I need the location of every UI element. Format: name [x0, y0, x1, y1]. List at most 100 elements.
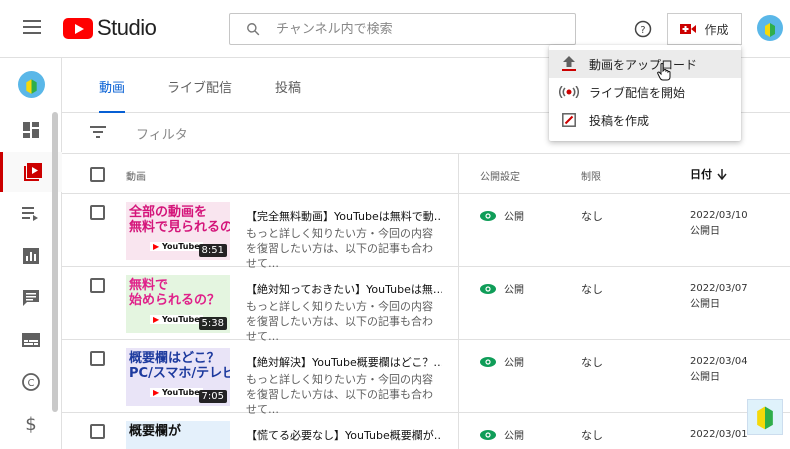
date-type: 公開日	[690, 372, 720, 383]
search-input[interactable]	[276, 21, 546, 37]
sidebar-scrollbar[interactable]	[52, 112, 58, 412]
eye-icon	[480, 283, 496, 294]
table-row[interactable]: 無料で 始められるの？ ▶ YouTube 5:38 【絶対知っておきたい】You…	[62, 267, 790, 343]
beginner-leaf-icon	[26, 79, 37, 94]
visibility-text: 公開	[504, 285, 524, 296]
restrictions-text: なし	[581, 356, 603, 369]
live-icon	[549, 86, 589, 98]
date-text: 2022/03/07	[690, 283, 748, 294]
studio-logo[interactable]: Studio	[63, 15, 157, 40]
eye-icon	[480, 356, 496, 367]
video-title[interactable]: 【慌てる必要なし】YouTube概要欄が…	[246, 427, 442, 443]
sidebar: C $	[0, 58, 62, 449]
row-checkbox[interactable]	[90, 424, 105, 439]
create-menu: 動画をアップロード ライブ配信を開始 投稿を作成	[549, 45, 741, 141]
subtitles-icon	[22, 333, 40, 347]
video-thumbnail[interactable]: 概要欄はどこ？ PC/スマホ/テレビ ▶ YouTube 7:05	[126, 348, 230, 406]
youtube-logo-icon	[63, 17, 93, 39]
video-title[interactable]: 【完全無料動画】YouTubeは無料で動…	[246, 208, 442, 224]
row-checkbox[interactable]	[90, 351, 105, 366]
menu-item-create-post[interactable]: 投稿を作成	[549, 106, 741, 134]
visibility-text: 公開	[504, 212, 524, 223]
date-text: 2022/03/01	[690, 429, 748, 440]
playlist-icon	[22, 207, 38, 221]
thumbnail-text: 無料で 始められるの？	[129, 278, 221, 308]
svg-text:C: C	[28, 378, 35, 389]
date-cell: 2022/03/04 公開日	[690, 354, 748, 386]
dollar-icon: $	[25, 414, 36, 434]
duration-badge: 5:38	[198, 317, 227, 330]
video-description: もっと詳しく知りたい方・今回の内容を復習したい方は、以下の記事も合わせて…	[246, 300, 433, 343]
channel-avatar[interactable]	[18, 71, 45, 98]
date-cell: 2022/03/10 公開日	[690, 208, 748, 240]
table-row[interactable]: 全部の動画を無料で見られるの？ ▶ YouTube 8:51 【完全無料動画】Y…	[62, 194, 790, 270]
header-date[interactable]: 日付	[690, 166, 712, 182]
tab-videos[interactable]: 動画	[99, 58, 126, 113]
row-checkbox[interactable]	[90, 278, 105, 293]
tab-live[interactable]: ライブ配信	[167, 58, 232, 113]
table-row[interactable]: 概要欄が 【慌てる必要なし】YouTube概要欄が… 公開 なし 2022/03…	[62, 413, 790, 449]
beginner-mark-badge	[747, 399, 783, 435]
menu-item-label: 動画をアップロード	[589, 57, 698, 72]
beginner-leaf-icon	[765, 23, 775, 37]
hand-cursor-icon	[657, 63, 671, 81]
video-thumbnail[interactable]: 概要欄が	[126, 421, 230, 449]
content-icon	[23, 163, 42, 181]
video-camera-icon	[680, 24, 697, 34]
video-description: もっと詳しく知りたい方・今回の内容を復習したい方は、以下の記事も合わせて…	[246, 373, 433, 416]
create-label: 作成	[704, 22, 729, 37]
analytics-icon	[23, 248, 39, 264]
post-icon	[549, 113, 589, 127]
duration-badge: 8:51	[198, 244, 227, 257]
restrictions-text: なし	[581, 429, 603, 442]
header-video: 動画	[126, 172, 146, 183]
row-checkbox[interactable]	[90, 205, 105, 220]
date-text: 2022/03/10	[690, 210, 748, 221]
menu-item-label: ライブ配信を開始	[589, 85, 686, 100]
video-title[interactable]: 【絶対知っておきたい】YouTubeは無…	[246, 281, 442, 297]
date-type: 公開日	[690, 226, 720, 237]
video-thumbnail[interactable]: 全部の動画を無料で見られるの？ ▶ YouTube 8:51	[126, 202, 230, 260]
sort-down-arrow-icon[interactable]	[717, 169, 727, 180]
create-button[interactable]: 作成	[667, 13, 742, 45]
visibility-cell[interactable]: 公開	[480, 281, 524, 296]
date-cell: 2022/03/01	[690, 427, 748, 443]
tab-posts[interactable]: 投稿	[275, 58, 301, 113]
date-type: 公開日	[690, 299, 720, 310]
menu-item-go-live[interactable]: ライブ配信を開始	[549, 78, 741, 106]
search-icon	[247, 23, 260, 36]
eye-icon	[480, 210, 496, 221]
upload-icon	[549, 56, 589, 72]
svg-text:?: ?	[640, 25, 645, 36]
table-row[interactable]: 概要欄はどこ？ PC/スマホ/テレビ ▶ YouTube 7:05 【絶対解決】Y…	[62, 340, 790, 416]
visibility-cell[interactable]: 公開	[480, 208, 524, 223]
account-avatar[interactable]	[757, 15, 783, 41]
video-title[interactable]: 【絶対解決】YouTube概要欄はどこ？…	[246, 354, 442, 370]
search-box[interactable]	[229, 13, 576, 45]
visibility-cell[interactable]: 公開	[480, 427, 524, 442]
help-icon[interactable]: ?	[634, 20, 652, 38]
video-thumbnail[interactable]: 無料で 始められるの？ ▶ YouTube 5:38	[126, 275, 230, 333]
filter-label: フィルタ	[136, 128, 188, 143]
header-visibility: 公開設定	[480, 172, 520, 183]
restrictions-text: なし	[581, 283, 603, 296]
eye-icon	[480, 429, 496, 440]
thumbnail-text: 全部の動画を無料で見られるの？	[129, 205, 230, 235]
visibility-text: 公開	[504, 431, 524, 442]
table-header: 動画 公開設定 制限 日付	[62, 154, 790, 194]
filter-icon[interactable]	[90, 126, 106, 138]
thumbnail-text: 概要欄はどこ？ PC/スマホ/テレビ	[129, 351, 230, 381]
dashboard-icon	[23, 122, 39, 138]
menu-item-upload-video[interactable]: 動画をアップロード	[549, 50, 741, 78]
thumbnail-logo: ▶ YouTube	[150, 388, 203, 397]
svg-text:$: $	[25, 414, 36, 434]
comments-icon	[23, 290, 39, 306]
menu-icon[interactable]	[23, 20, 41, 34]
menu-item-label: 投稿を作成	[589, 113, 650, 128]
date-cell: 2022/03/07 公開日	[690, 281, 748, 313]
visibility-cell[interactable]: 公開	[480, 354, 524, 369]
beginner-leaf-icon	[757, 406, 773, 430]
header-restrictions: 制限	[581, 172, 601, 183]
visibility-text: 公開	[504, 358, 524, 369]
select-all-checkbox[interactable]	[90, 167, 105, 182]
